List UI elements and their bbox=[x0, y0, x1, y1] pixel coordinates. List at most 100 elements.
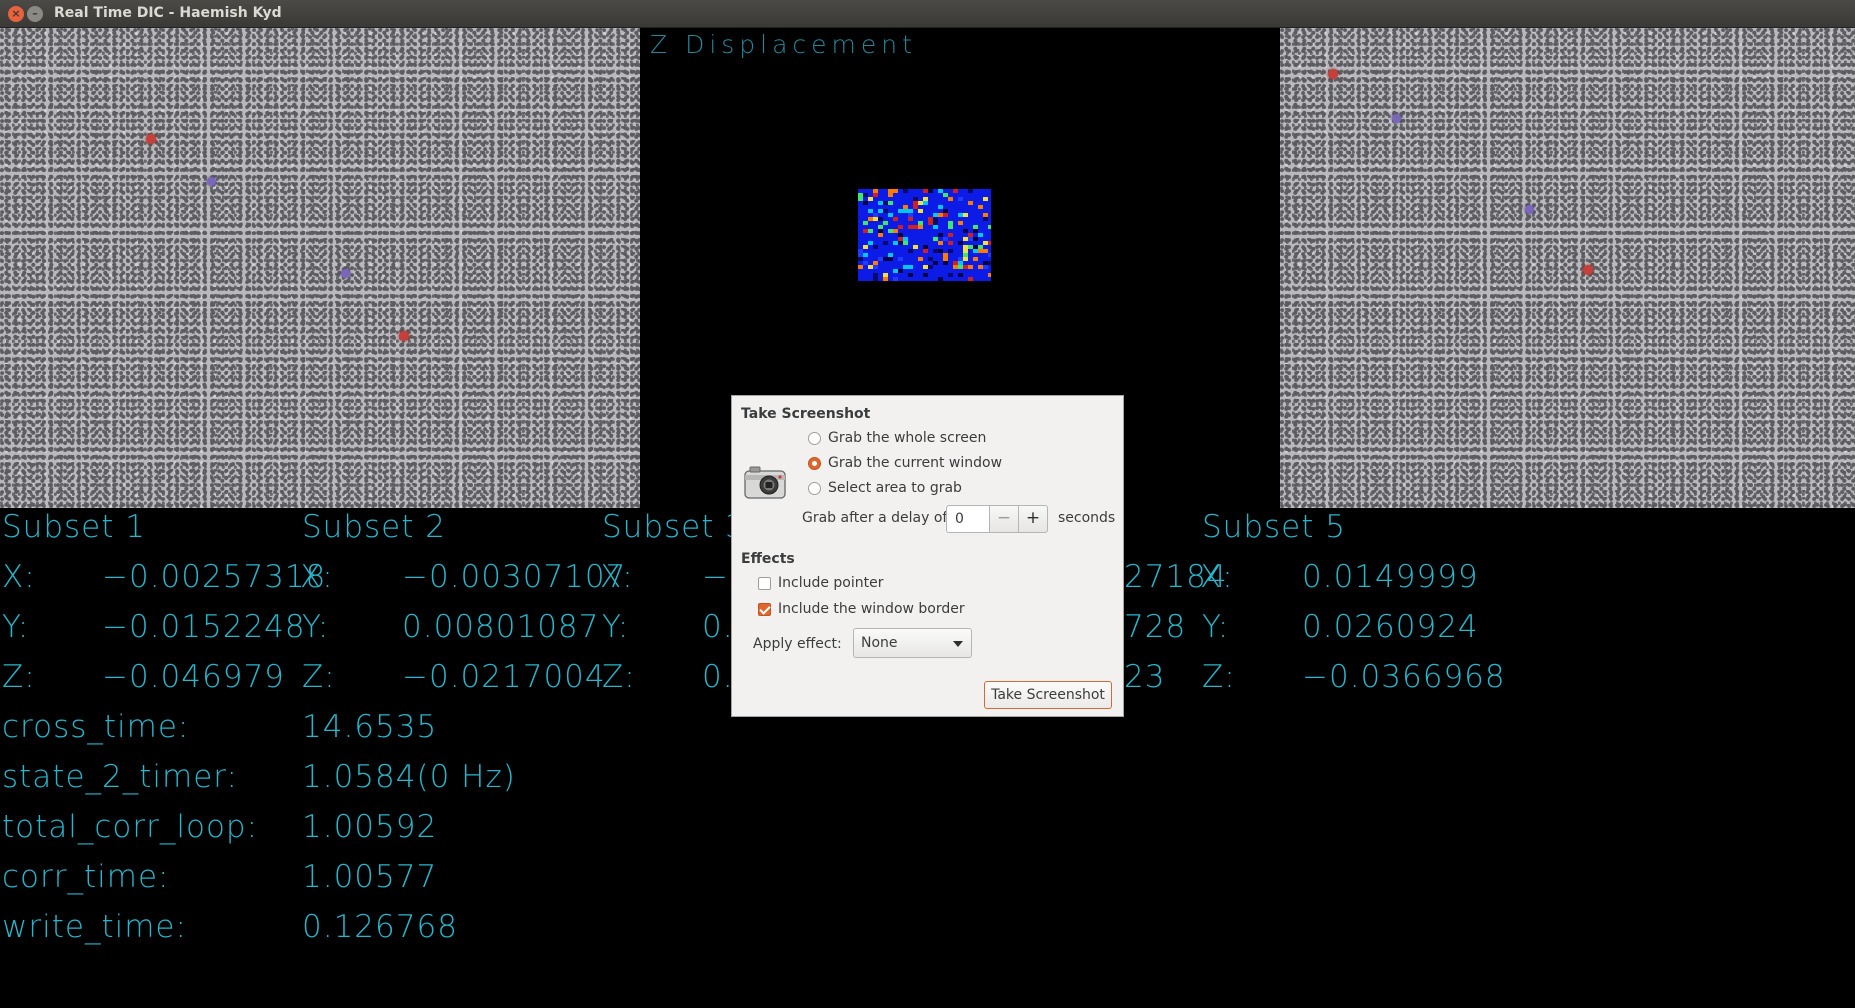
heatmap-cell bbox=[973, 245, 978, 249]
heatmap-cell bbox=[938, 205, 943, 209]
heatmap-cell bbox=[888, 257, 893, 261]
heatmap-cell bbox=[923, 189, 928, 193]
heatmap-cell bbox=[983, 261, 988, 265]
heatmap-cell bbox=[953, 265, 958, 269]
heatmap-cell bbox=[888, 189, 893, 193]
heatmap-cell bbox=[883, 209, 888, 213]
heatmap-cell bbox=[938, 241, 943, 245]
heatmap-cell bbox=[918, 257, 923, 261]
left-camera-image bbox=[0, 28, 640, 508]
heatmap-cell bbox=[893, 217, 898, 221]
heatmap-cell bbox=[868, 217, 873, 221]
heatmap-cell bbox=[898, 233, 903, 237]
heatmap-cell bbox=[858, 257, 863, 261]
subset-marker bbox=[341, 269, 350, 278]
include-window-border-option[interactable]: Include the window border bbox=[758, 601, 965, 617]
heatmap-cell bbox=[913, 197, 918, 201]
heatmap-cell bbox=[958, 265, 963, 269]
subset-3-z-value: 0. bbox=[702, 659, 734, 695]
heatmap-cell bbox=[958, 273, 963, 277]
heatmap-cell bbox=[988, 241, 991, 245]
radio-button[interactable] bbox=[808, 481, 821, 495]
heatmap-cell bbox=[983, 249, 988, 253]
subset-2-y-value: 0.00801087 bbox=[402, 609, 600, 645]
checkbox-label: Include the window border bbox=[778, 601, 965, 617]
heatmap-cell bbox=[873, 245, 878, 249]
take-screenshot-dialog: Take Screenshot Grab the whole screen Gr… bbox=[731, 395, 1124, 717]
heatmap-cell bbox=[943, 261, 948, 265]
heatmap-cell bbox=[948, 197, 953, 201]
heatmap-cell bbox=[873, 213, 878, 217]
heatmap-cell bbox=[938, 233, 943, 237]
heatmap-cell bbox=[983, 241, 988, 245]
heatmap-cell bbox=[913, 205, 918, 209]
take-screenshot-button[interactable]: Take Screenshot bbox=[984, 681, 1112, 709]
heatmap-cell bbox=[938, 213, 943, 217]
heatmap-cell bbox=[888, 213, 893, 217]
heatmap-cell bbox=[873, 193, 878, 197]
heatmap-cell bbox=[988, 273, 991, 277]
heatmap-cell bbox=[868, 265, 873, 269]
heatmap-cell bbox=[928, 257, 933, 261]
heatmap-cell bbox=[878, 217, 883, 221]
subset-5-x-value: 0.0149999 bbox=[1302, 559, 1479, 595]
heatmap-cell bbox=[888, 253, 893, 257]
checkbox[interactable] bbox=[758, 576, 771, 590]
timing-label: write_time: bbox=[2, 909, 187, 945]
minimize-window-button[interactable]: – bbox=[27, 6, 43, 22]
close-window-button[interactable]: × bbox=[8, 6, 24, 22]
heatmap-cell bbox=[963, 257, 968, 261]
heatmap-cell bbox=[868, 229, 873, 233]
heatmap-cell bbox=[883, 277, 888, 281]
heatmap-cell bbox=[903, 237, 908, 241]
heatmap-cell bbox=[968, 237, 973, 241]
heatmap-cell bbox=[928, 217, 933, 221]
effects-heading: Effects bbox=[741, 551, 795, 567]
heatmap-cell bbox=[888, 193, 893, 197]
heatmap-cell bbox=[963, 213, 968, 217]
timing-value: 0.126768 bbox=[302, 909, 458, 945]
heatmap-cell bbox=[973, 225, 978, 229]
heatmap-cell bbox=[923, 197, 928, 201]
heatmap-cell bbox=[928, 221, 933, 225]
heatmap-cell bbox=[883, 241, 888, 245]
heatmap-cell bbox=[878, 229, 883, 233]
delay-decrement-button[interactable]: − bbox=[989, 505, 1019, 533]
heatmap-cell bbox=[948, 241, 953, 245]
heatmap-cell bbox=[933, 221, 938, 225]
heatmap-cell bbox=[978, 245, 983, 249]
heatmap-cell bbox=[933, 237, 938, 241]
heatmap-cell bbox=[953, 189, 958, 193]
heatmap-cell bbox=[933, 225, 938, 229]
heatmap-cell bbox=[943, 253, 948, 257]
heatmap-cell bbox=[893, 277, 898, 281]
delay-increment-button[interactable]: + bbox=[1018, 505, 1048, 533]
heatmap-cell bbox=[923, 245, 928, 249]
subset-2-x-label: X: bbox=[300, 559, 334, 595]
heatmap-cell bbox=[903, 209, 908, 213]
include-pointer-option[interactable]: Include pointer bbox=[758, 575, 884, 591]
grab-whole-screen-option[interactable]: Grab the whole screen bbox=[808, 430, 986, 446]
timing-label: total_corr_loop: bbox=[2, 809, 259, 845]
delay-input[interactable] bbox=[946, 505, 990, 533]
subset-marker bbox=[1392, 114, 1401, 123]
radio-button[interactable] bbox=[808, 431, 821, 445]
radio-button[interactable] bbox=[808, 456, 821, 470]
select-area-option[interactable]: Select area to grab bbox=[808, 480, 962, 496]
heatmap-cell bbox=[983, 197, 988, 201]
checkbox[interactable] bbox=[758, 602, 771, 616]
grab-current-window-option[interactable]: Grab the current window bbox=[808, 455, 1002, 471]
heatmap-cell bbox=[948, 273, 953, 277]
subset-1-y-label: Y: bbox=[2, 609, 30, 645]
heatmap-cell bbox=[983, 213, 988, 217]
displacement-heatmap bbox=[858, 189, 991, 281]
heatmap-cell bbox=[863, 261, 868, 265]
heatmap-cell bbox=[968, 277, 973, 281]
heatmap-cell bbox=[873, 261, 878, 265]
apply-effect-select[interactable]: None bbox=[853, 628, 972, 658]
heatmap-cell bbox=[958, 213, 963, 217]
subset-3-label: Subset 3 bbox=[602, 509, 746, 545]
timing-label: cross_time: bbox=[2, 709, 190, 745]
subset-2-y-label: Y: bbox=[302, 609, 330, 645]
heatmap-cell bbox=[878, 257, 883, 261]
